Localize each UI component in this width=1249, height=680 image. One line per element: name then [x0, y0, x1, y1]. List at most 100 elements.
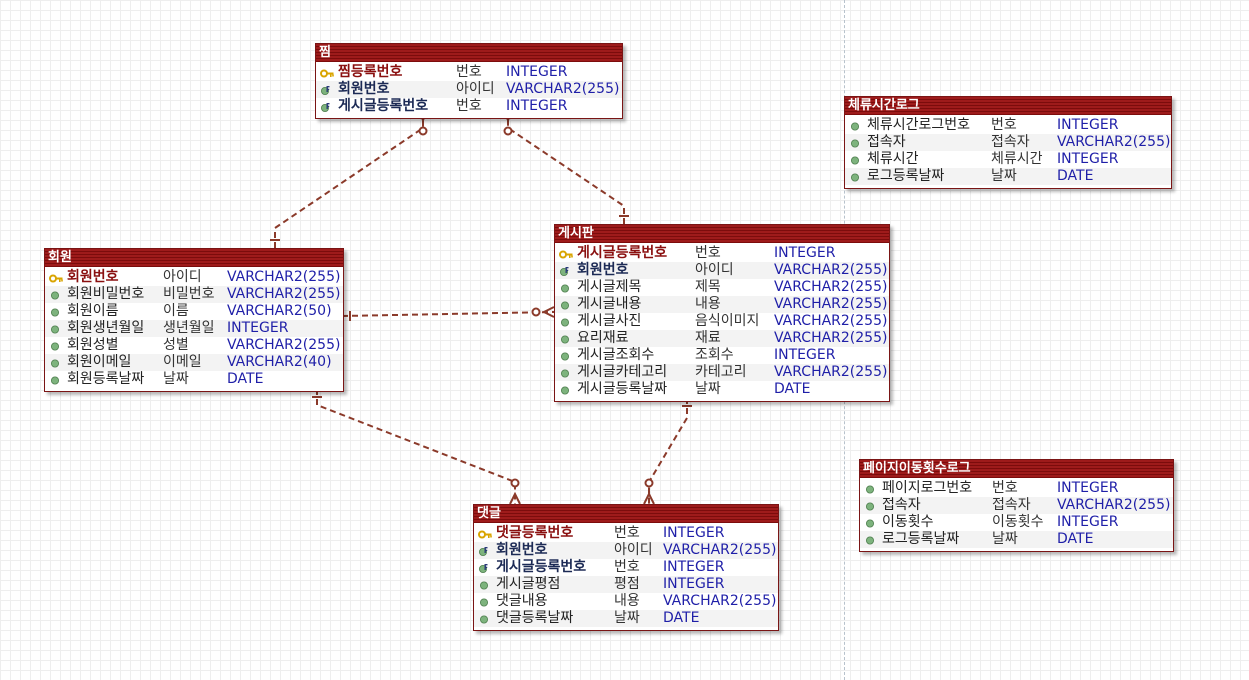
column-name: 체류시간	[867, 151, 919, 167]
column-row[interactable]: 체류시간로그번호 번호 INTEGER	[845, 117, 1171, 134]
column-name: 접속자	[882, 497, 921, 513]
column-row[interactable]: 회원생년월일 생년월일 INTEGER	[45, 320, 343, 337]
column-name: 회원번호	[338, 81, 390, 97]
relationship-line	[648, 398, 688, 504]
column-row[interactable]: 게시글등록날짜 날짜 DATE	[555, 381, 889, 398]
column-row[interactable]: 회원등록날짜 날짜 DATE	[45, 371, 343, 388]
relationship-member-board[interactable]	[341, 306, 555, 321]
column-row[interactable]: 회원이름 이름 VARCHAR2(50)	[45, 303, 343, 320]
relationship-member-jjim[interactable]	[270, 109, 429, 248]
column-row[interactable]: 접속자 접속자 VARCHAR2(255)	[860, 497, 1173, 514]
key-icon	[478, 528, 492, 539]
column-type: VARCHAR2(255)	[506, 81, 620, 97]
column-name: 게시글내용	[577, 296, 642, 312]
foreign-key-icon	[559, 265, 573, 276]
column-row[interactable]: 찜등록번호 번호 INTEGER	[316, 64, 622, 81]
entity-jjim[interactable]: 찜 찜등록번호 번호 INTEGER 회원번호 아이디 VARCHAR2(255) 게시글등…	[315, 43, 623, 119]
column-type: VARCHAR2(40)	[227, 354, 332, 370]
column-logical-name: 날짜	[992, 531, 1018, 547]
entity-comment[interactable]: 댓글 댓글등록번호 번호 INTEGER 회원번호 아이디 VARCHAR2(255) 게시…	[473, 504, 779, 631]
attribute-dot-icon	[49, 340, 63, 351]
relationship-member-comment[interactable]	[312, 389, 521, 505]
column-row[interactable]: 댓글등록번호 번호 INTEGER	[474, 525, 778, 542]
column-row[interactable]: 게시글등록번호 번호 INTEGER	[555, 245, 889, 262]
column-name: 회원생년월일	[67, 320, 145, 336]
column-name: 회원번호	[577, 262, 629, 278]
column-name: 댓글내용	[496, 593, 548, 609]
column-logical-name: 날짜	[614, 610, 640, 626]
column-type: INTEGER	[663, 576, 725, 592]
column-row[interactable]: 접속자 접속자 VARCHAR2(255)	[845, 134, 1171, 151]
column-row[interactable]: 게시글등록번호 번호 INTEGER	[316, 98, 622, 115]
column-name: 체류시간로그번호	[867, 117, 971, 133]
attribute-dot-icon	[49, 374, 63, 385]
column-row[interactable]: 게시글카테고리 카테고리 VARCHAR2(255)	[555, 364, 889, 381]
column-logical-name: 평점	[614, 576, 640, 592]
column-name: 게시글제목	[577, 279, 642, 295]
column-row[interactable]: 로그등록날짜 날짜 DATE	[860, 531, 1173, 548]
column-type: VARCHAR2(255)	[774, 330, 888, 346]
column-name: 로그등록날짜	[882, 531, 960, 547]
column-name: 회원등록날짜	[67, 371, 145, 387]
column-name: 게시글등록날짜	[577, 381, 668, 397]
entity-board[interactable]: 게시판 게시글등록번호 번호 INTEGER 회원번호 아이디 VARCHAR2(255)…	[554, 224, 890, 402]
column-row[interactable]: 게시글등록번호 번호 INTEGER	[474, 559, 778, 576]
column-type: INTEGER	[663, 525, 725, 541]
column-row[interactable]: 회원번호 아이디 VARCHAR2(255)	[45, 269, 343, 286]
column-row[interactable]: 게시글제목 제목 VARCHAR2(255)	[555, 279, 889, 296]
relationship-board-comment[interactable]	[643, 398, 692, 505]
column-name: 게시글등록번호	[577, 245, 668, 261]
column-name: 회원이름	[67, 303, 119, 319]
column-logical-name: 아이디	[695, 262, 734, 278]
column-row[interactable]: 게시글사진 음식이미지 VARCHAR2(255)	[555, 313, 889, 330]
column-logical-name: 음식이미지	[695, 313, 760, 329]
column-type: VARCHAR2(255)	[774, 364, 888, 380]
column-row[interactable]: 댓글내용 내용 VARCHAR2(255)	[474, 593, 778, 610]
column-row[interactable]: 회원번호 아이디 VARCHAR2(255)	[474, 542, 778, 559]
column-type: INTEGER	[1057, 117, 1119, 133]
column-logical-name: 번호	[991, 117, 1017, 133]
column-row[interactable]: 회원비밀번호 비밀번호 VARCHAR2(255)	[45, 286, 343, 303]
entity-member[interactable]: 회원 회원번호 아이디 VARCHAR2(255) 회원비밀번호 비밀번호 VARCHAR…	[44, 248, 344, 392]
column-logical-name: 비밀번호	[163, 286, 215, 302]
attribute-dot-icon	[559, 384, 573, 395]
attribute-dot-icon	[864, 517, 878, 528]
attribute-dot-icon	[478, 613, 492, 624]
column-name: 회원번호	[496, 542, 548, 558]
column-row[interactable]: 페이지로그번호 번호 INTEGER	[860, 480, 1173, 497]
entity-staylog[interactable]: 체류시간로그 체류시간로그번호 번호 INTEGER 접속자 접속자 VARCHAR2(2…	[844, 96, 1172, 189]
column-row[interactable]: 회원성별 성별 VARCHAR2(255)	[45, 337, 343, 354]
column-logical-name: 날짜	[991, 168, 1017, 184]
relationship-board-jjim[interactable]	[502, 109, 629, 224]
relationship-line	[274, 110, 424, 248]
entity-columns: 게시글등록번호 번호 INTEGER 회원번호 아이디 VARCHAR2(255) 게시글제…	[555, 243, 889, 401]
column-logical-name: 번호	[695, 245, 721, 261]
attribute-dot-icon	[864, 534, 878, 545]
column-name: 이동횟수	[882, 514, 934, 530]
column-row[interactable]: 회원번호 아이디 VARCHAR2(255)	[316, 81, 622, 98]
attribute-dot-icon	[49, 289, 63, 300]
column-row[interactable]: 체류시간 체류시간 INTEGER	[845, 151, 1171, 168]
column-logical-name: 아이디	[163, 269, 202, 285]
column-name: 회원성별	[67, 337, 119, 353]
column-row[interactable]: 게시글내용 내용 VARCHAR2(255)	[555, 296, 889, 313]
column-type: VARCHAR2(255)	[774, 296, 888, 312]
column-logical-name: 조회수	[695, 347, 734, 363]
column-row[interactable]: 댓글등록날짜 날짜 DATE	[474, 610, 778, 627]
attribute-dot-icon	[849, 120, 863, 131]
entity-pagelog[interactable]: 페이지이동횟수로그 페이지로그번호 번호 INTEGER 접속자 접속자 VARCHAR2…	[859, 459, 1174, 552]
attribute-dot-icon	[849, 171, 863, 182]
column-row[interactable]: 게시글평점 평점 INTEGER	[474, 576, 778, 593]
column-row[interactable]: 요리재료 재료 VARCHAR2(255)	[555, 330, 889, 347]
column-logical-name: 번호	[614, 525, 640, 541]
entity-title: 회원	[45, 249, 343, 267]
column-row[interactable]: 이동횟수 이동횟수 INTEGER	[860, 514, 1173, 531]
column-row[interactable]: 게시글조회수 조회수 INTEGER	[555, 347, 889, 364]
column-logical-name: 생년월일	[163, 320, 215, 336]
column-row[interactable]: 로그등록날짜 날짜 DATE	[845, 168, 1171, 185]
column-logical-name: 번호	[456, 98, 482, 114]
column-row[interactable]: 회원이메일 이메일 VARCHAR2(40)	[45, 354, 343, 371]
column-name: 게시글등록번호	[496, 559, 587, 575]
column-row[interactable]: 회원번호 아이디 VARCHAR2(255)	[555, 262, 889, 279]
column-name: 게시글카테고리	[577, 364, 668, 380]
